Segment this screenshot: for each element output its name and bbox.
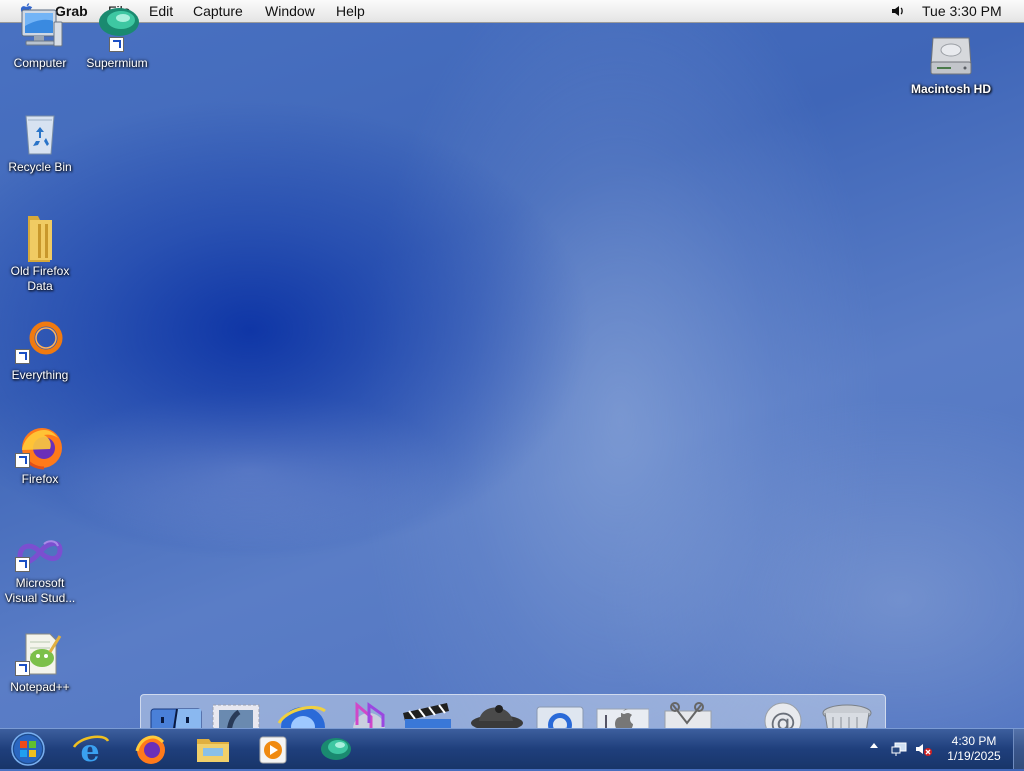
taskbar-file-explorer-icon[interactable] <box>193 731 233 767</box>
taskbar-time: 4:30 PM <box>951 734 997 748</box>
taskbar-firefox-icon[interactable] <box>131 731 171 767</box>
taskbar-clock[interactable]: 4:30 PM 1/19/2025 <box>940 734 1008 764</box>
taskbar-internet-explorer-icon[interactable]: e <box>70 731 110 769</box>
menu-capture[interactable]: Capture <box>193 3 243 19</box>
desktop-icon-old-firefox-data[interactable]: Old Firefox Data <box>0 214 80 294</box>
shortcut-arrow-icon <box>109 37 124 52</box>
shortcut-arrow-icon <box>15 349 30 364</box>
taskbar-media-player-icon[interactable] <box>254 731 294 767</box>
hard-drive-icon <box>927 32 975 80</box>
show-desktop-button[interactable] <box>1013 729 1024 769</box>
desktop-icon-recycle-bin[interactable]: Recycle Bin <box>0 110 80 175</box>
taskbar-date: 1/19/2025 <box>947 749 1001 763</box>
desktop-icon-visual-studio[interactable]: Microsoft Visual Stud... <box>0 526 80 606</box>
menubar-clock[interactable]: Tue 3:30 PM <box>922 3 1002 19</box>
desktop-icon-label: Notepad++ <box>10 680 70 694</box>
show-hidden-icons-chevron-icon[interactable] <box>870 743 878 748</box>
menu-help[interactable]: Help <box>336 3 365 19</box>
folder-icon <box>16 214 64 262</box>
firefox-icon <box>15 422 64 470</box>
desktop-icon-label: Old Firefox Data <box>10 264 70 293</box>
desktop-icon-everything[interactable]: Everything <box>0 318 80 383</box>
supermium-icon <box>93 6 141 54</box>
desktop-icon-label: Recycle Bin <box>8 160 72 174</box>
shortcut-arrow-icon <box>15 661 30 676</box>
computer-icon <box>16 6 64 54</box>
desktop-icon-label: Supermium <box>86 56 148 70</box>
desktop-icon-computer[interactable]: Computer <box>0 6 80 71</box>
desktop-icon-label: Microsoft Visual Stud... <box>4 576 76 605</box>
taskbar: e 4:30 PM 1/19/2025 <box>0 728 1024 769</box>
desktop-icon-label: Everything <box>11 368 69 382</box>
desktop-icon-label: Firefox <box>21 472 59 486</box>
desktop-icon-notepad-plus-plus[interactable]: Notepad++ <box>0 630 80 695</box>
shortcut-arrow-icon <box>15 453 30 468</box>
visual-studio-icon <box>15 526 64 574</box>
recycle-bin-icon <box>16 110 64 158</box>
volume-icon[interactable] <box>891 4 907 18</box>
desktop-icon-label: Macintosh HD <box>910 82 991 96</box>
notepad-plus-plus-icon <box>15 630 64 678</box>
desktop-icon-label: Computer <box>13 56 67 70</box>
menu-window[interactable]: Window <box>265 3 315 19</box>
taskbar-supermium-icon[interactable] <box>316 731 356 767</box>
desktop-icon-macintosh-hd[interactable]: Macintosh HD <box>904 32 998 97</box>
network-icon[interactable] <box>890 741 908 757</box>
start-orb-icon[interactable] <box>6 731 50 767</box>
desktop-icon-supermium[interactable]: Supermium <box>77 6 157 71</box>
everything-search-icon <box>15 318 64 366</box>
volume-muted-icon[interactable] <box>914 741 934 757</box>
desktop-icon-firefox[interactable]: Firefox <box>0 422 80 487</box>
shortcut-arrow-icon <box>15 557 30 572</box>
